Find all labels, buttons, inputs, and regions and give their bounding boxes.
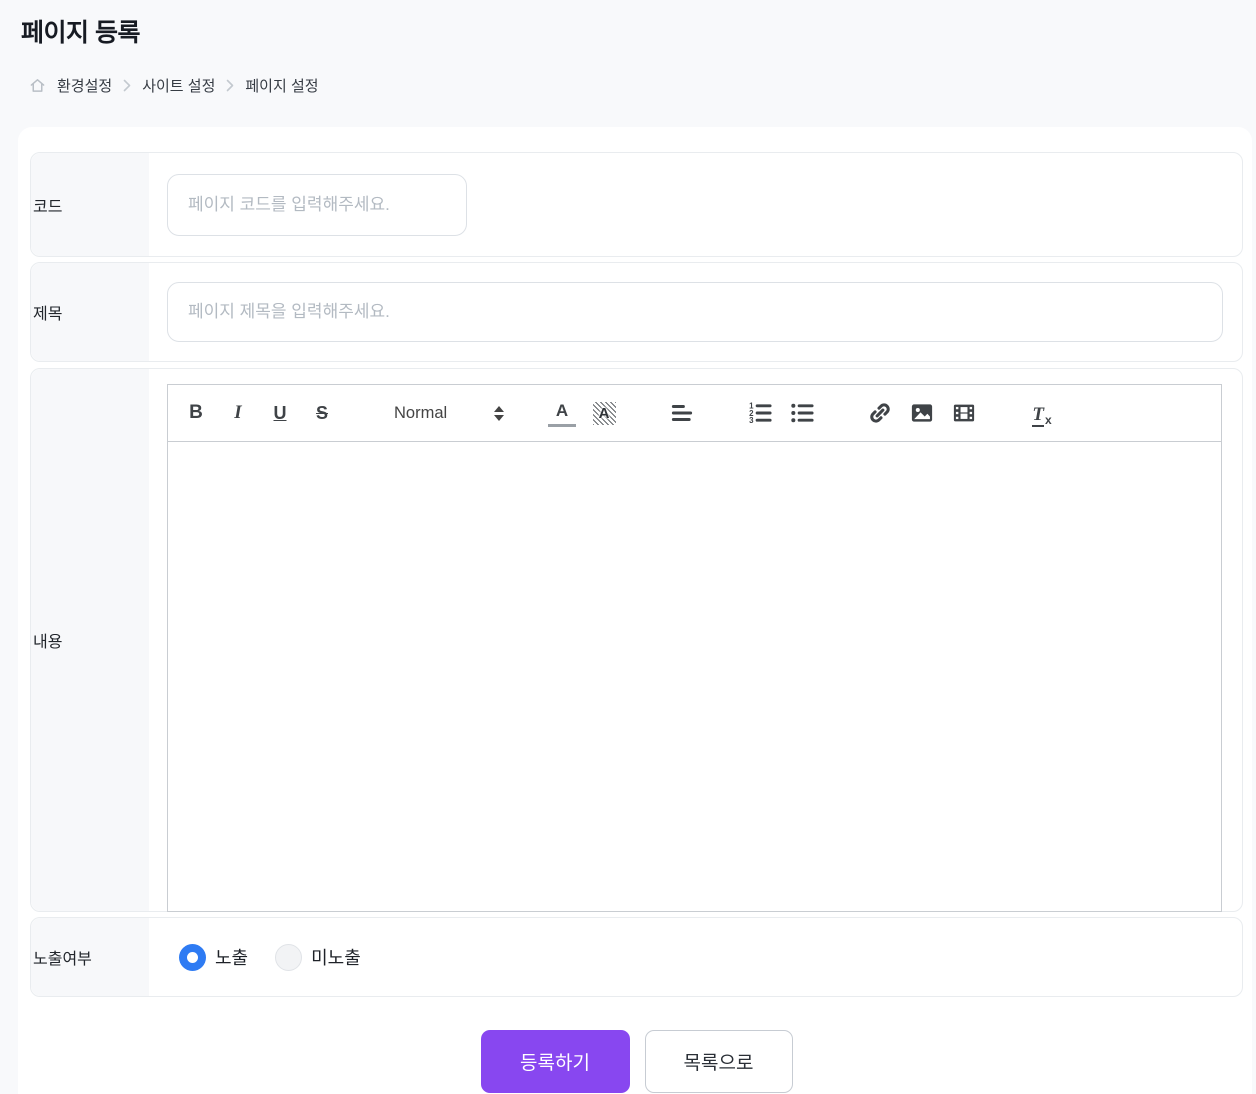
form-row-visibility: 노출여부 노출 미노출 — [30, 917, 1243, 997]
svg-text:3: 3 — [749, 416, 754, 425]
ordered-list-button[interactable]: 1 2 3 — [746, 399, 774, 427]
underline-button[interactable]: U — [266, 399, 294, 427]
link-button[interactable] — [866, 399, 894, 427]
breadcrumb-item-settings[interactable]: 환경설정 — [57, 75, 112, 96]
updown-arrows-icon — [494, 405, 504, 421]
page-title: 페이지 등록 — [21, 19, 140, 47]
video-button[interactable] — [950, 399, 978, 427]
visibility-radio-group: 노출 미노출 — [179, 943, 361, 971]
action-buttons: 등록하기 목록으로 — [30, 1030, 1243, 1093]
image-icon — [911, 404, 933, 422]
format-select[interactable]: Normal — [380, 397, 512, 429]
radio-unchecked-icon — [275, 943, 303, 971]
form-card: 코드 제목 내용 B I U S — [18, 127, 1252, 1094]
radio-hidden[interactable]: 미노출 — [275, 943, 361, 971]
visibility-label: 노출여부 — [31, 918, 149, 996]
chevron-right-icon — [226, 79, 234, 92]
align-button[interactable] — [668, 399, 696, 427]
text-color-button[interactable]: A — [548, 399, 576, 427]
back-to-list-button[interactable]: 목록으로 — [644, 1030, 793, 1093]
image-button[interactable] — [908, 399, 936, 427]
bullet-list-icon — [791, 403, 814, 423]
video-icon — [953, 404, 975, 422]
home-icon[interactable] — [29, 77, 46, 94]
breadcrumb: 환경설정 사이트 설정 페이지 설정 — [29, 75, 319, 96]
italic-button[interactable]: I — [224, 399, 252, 427]
title-input[interactable] — [167, 282, 1223, 342]
clear-format-button[interactable]: Tx — [1028, 399, 1056, 427]
background-color-button[interactable]: A — [590, 399, 618, 427]
code-input[interactable] — [167, 173, 467, 236]
content-label: 내용 — [31, 369, 149, 911]
breadcrumb-item-page[interactable]: 페이지 설정 — [245, 75, 318, 96]
radio-visible[interactable]: 노출 — [179, 943, 248, 971]
title-label: 제목 — [31, 263, 149, 361]
code-label: 코드 — [31, 153, 149, 256]
strikethrough-button[interactable]: S — [308, 399, 336, 427]
rich-text-editor: B I U S Normal A A 1 2 3 T x — [167, 384, 1222, 912]
editor-content-area[interactable] — [168, 442, 1221, 911]
form-table: 코드 제목 내용 B I U S — [30, 152, 1243, 997]
editor-toolbar: B I U S Normal A A 1 2 3 T x — [168, 385, 1221, 442]
form-row-title: 제목 — [30, 262, 1243, 362]
bullet-list-button[interactable] — [788, 399, 816, 427]
radio-checked-icon — [179, 943, 206, 971]
ordered-list-icon: 1 2 3 — [749, 402, 772, 425]
bold-button[interactable]: B — [182, 399, 210, 427]
background-color-icon: A — [592, 401, 616, 425]
link-icon — [870, 403, 890, 423]
form-row-code: 코드 — [30, 152, 1243, 257]
submit-button[interactable]: 등록하기 — [480, 1030, 630, 1093]
chevron-right-icon — [123, 79, 131, 92]
align-left-icon — [671, 405, 693, 421]
format-select-value: Normal — [394, 403, 448, 422]
breadcrumb-item-site[interactable]: 사이트 설정 — [142, 75, 215, 96]
form-row-content: 내용 B I U S Normal A A 1 2 3 T x — [30, 368, 1243, 912]
